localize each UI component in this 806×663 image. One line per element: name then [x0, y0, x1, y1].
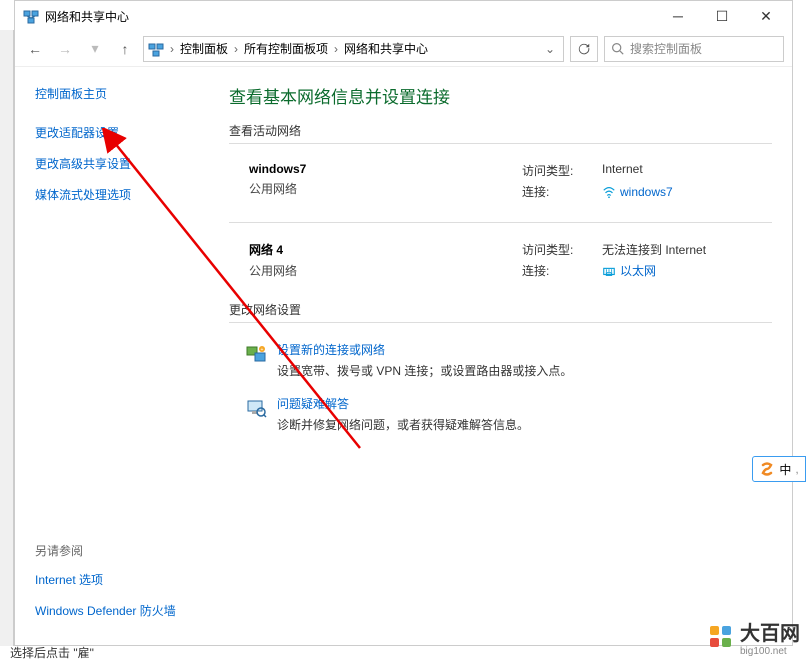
network-block: 网络 4 公用网络 访问类型: 无法连接到 Internet 连接: 以太网 [229, 237, 772, 301]
refresh-button[interactable] [570, 36, 598, 62]
divider [229, 143, 772, 144]
wifi-icon [602, 185, 616, 199]
page-heading: 查看基本网络信息并设置连接 [229, 83, 772, 108]
access-type-value: Internet [602, 162, 772, 179]
connection-link[interactable]: 以太网 [602, 262, 772, 279]
new-connection-icon: + [245, 343, 267, 365]
watermark: 大百网 big100.net [708, 617, 800, 657]
search-placeholder: 搜索控制面板 [630, 40, 702, 57]
partial-window-left [0, 30, 14, 646]
network-block: windows7 公用网络 访问类型: Internet 连接: windows… [229, 158, 772, 222]
sidebar-defender-firewall[interactable]: Windows Defender 防火墙 [35, 602, 201, 619]
sidebar-adapter-settings[interactable]: 更改适配器设置 [35, 124, 201, 141]
network-type: 公用网络 [249, 180, 522, 197]
connection-link-text: 以太网 [620, 262, 656, 279]
sidebar-see-also: 另请参阅 [35, 542, 201, 559]
connection-label: 连接: [522, 262, 592, 279]
watermark-url: big100.net [740, 646, 800, 657]
svg-text:+: + [261, 347, 264, 353]
section-change-settings: 更改网络设置 [229, 301, 772, 318]
access-type-value: 无法连接到 Internet [602, 241, 772, 258]
access-type-label: 访问类型: [522, 241, 592, 258]
watermark-text: 大百网 [740, 617, 800, 646]
recent-dropdown[interactable]: ▾ [83, 37, 107, 61]
refresh-icon [577, 42, 591, 56]
maximize-button[interactable]: ☐ [700, 1, 744, 31]
connection-label: 连接: [522, 183, 592, 200]
titlebar: 网络和共享中心 ─ ☐ ✕ [15, 1, 792, 31]
chevron-right-icon[interactable]: › [168, 42, 176, 56]
content-area: 控制面板主页 更改适配器设置 更改高级共享设置 媒体流式处理选项 另请参阅 In… [15, 67, 792, 645]
section-active-networks: 查看活动网络 [229, 122, 772, 139]
logo-icon [708, 624, 734, 650]
search-input[interactable]: 搜索控制面板 [604, 36, 784, 62]
troubleshoot-link[interactable]: 问题疑难解答 [277, 395, 529, 412]
new-connection-link[interactable]: 设置新的连接或网络 [277, 341, 572, 358]
minimize-button[interactable]: ─ [656, 1, 700, 31]
address-dropdown[interactable]: ⌄ [541, 42, 559, 56]
sidebar-advanced-sharing[interactable]: 更改高级共享设置 [35, 155, 201, 172]
cropped-bottom-text: 选择后点击 "雇" [10, 644, 94, 661]
forward-button[interactable]: → [53, 37, 77, 61]
search-icon [611, 42, 624, 55]
troubleshoot-icon [245, 397, 267, 419]
main-panel: 查看基本网络信息并设置连接 查看活动网络 windows7 公用网络 访问类型:… [215, 67, 792, 645]
connection-link[interactable]: windows7 [602, 183, 772, 200]
control-panel-window: 网络和共享中心 ─ ☐ ✕ ← → ▾ ↑ › 控制面板 › 所有控制面板项 ›… [14, 0, 793, 646]
up-button[interactable]: ↑ [113, 37, 137, 61]
breadcrumb-all-items[interactable]: 所有控制面板项 [244, 40, 328, 57]
address-bar[interactable]: › 控制面板 › 所有控制面板项 › 网络和共享中心 ⌄ [143, 36, 564, 62]
back-button[interactable]: ← [23, 37, 47, 61]
ime-indicator[interactable]: 中 , [752, 456, 806, 482]
network-type: 公用网络 [249, 262, 522, 279]
sidebar-internet-options[interactable]: Internet 选项 [35, 571, 201, 588]
network-name: 网络 4 [249, 241, 522, 258]
access-type-label: 访问类型: [522, 162, 592, 179]
settings-item-troubleshoot: 问题疑难解答 诊断并修复网络问题，或者获得疑难解答信息。 [229, 391, 772, 445]
sogou-icon [759, 461, 775, 477]
connection-link-text: windows7 [620, 185, 673, 199]
settings-item-new-connection: + 设置新的连接或网络 设置宽带、拨号或 VPN 连接；或设置路由器或接入点。 [229, 337, 772, 391]
divider [229, 322, 772, 323]
new-connection-desc: 设置宽带、拨号或 VPN 连接；或设置路由器或接入点。 [277, 364, 572, 378]
window-title: 网络和共享中心 [45, 8, 656, 25]
chevron-right-icon[interactable]: › [332, 42, 340, 56]
navbar: ← → ▾ ↑ › 控制面板 › 所有控制面板项 › 网络和共享中心 ⌄ 搜索控… [15, 31, 792, 67]
network-center-icon [148, 41, 164, 57]
breadcrumb-network-center[interactable]: 网络和共享中心 [344, 40, 428, 57]
breadcrumb-control-panel[interactable]: 控制面板 [180, 40, 228, 57]
sidebar-home-link[interactable]: 控制面板主页 [35, 85, 201, 102]
sidebar-media-streaming[interactable]: 媒体流式处理选项 [35, 186, 201, 203]
ethernet-icon [602, 264, 616, 278]
network-center-icon [23, 8, 39, 24]
close-button[interactable]: ✕ [744, 1, 788, 31]
sidebar: 控制面板主页 更改适配器设置 更改高级共享设置 媒体流式处理选项 另请参阅 In… [15, 67, 215, 645]
ime-label: 中 [779, 461, 791, 478]
chevron-right-icon[interactable]: › [232, 42, 240, 56]
network-name: windows7 [249, 162, 522, 176]
troubleshoot-desc: 诊断并修复网络问题，或者获得疑难解答信息。 [277, 418, 529, 432]
divider [229, 222, 772, 223]
